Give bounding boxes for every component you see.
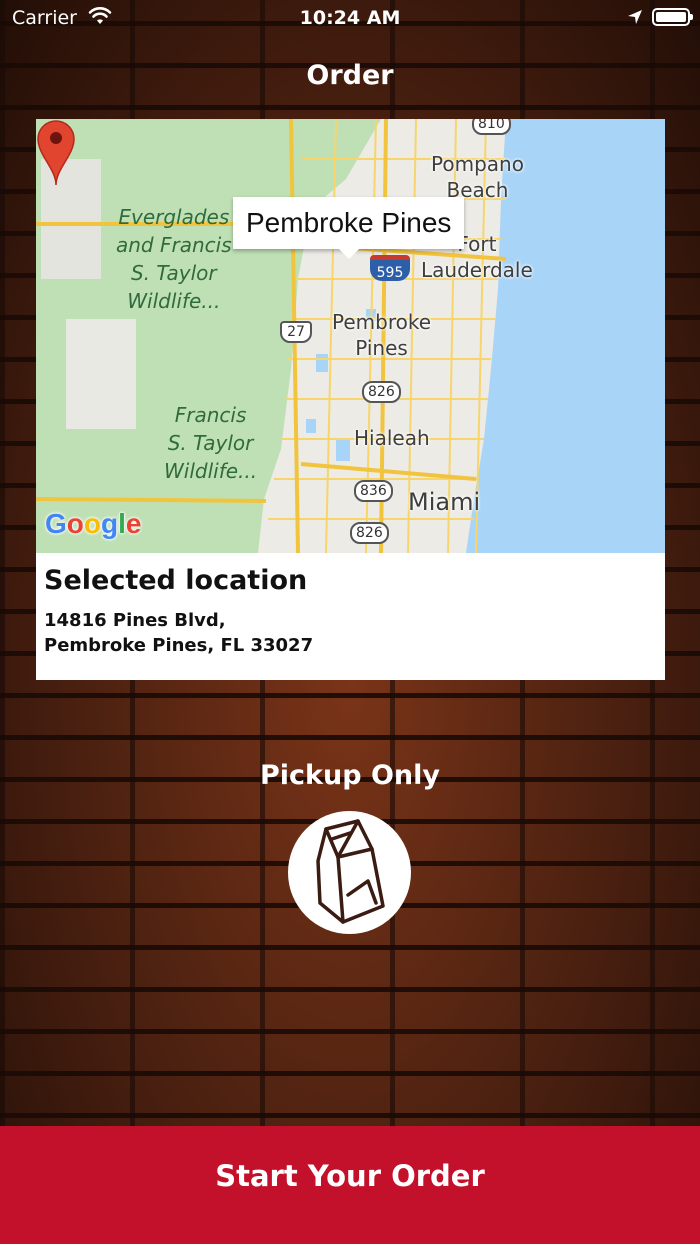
route-836-shield: 836: [354, 480, 393, 502]
location-info: Selected location 14816 Pines Blvd, Pemb…: [44, 565, 657, 658]
location-arrow-icon: [628, 10, 642, 24]
selected-location-heading: Selected location: [44, 565, 308, 596]
address-line-2: Pembroke Pines, FL 33027: [44, 635, 314, 656]
location-address: 14816 Pines Blvd, Pembroke Pines, FL 330…: [44, 608, 657, 658]
map-view[interactable]: Everglades and Francis S. Taylor Wildlife..…: [36, 119, 665, 553]
park-label-francis: Francis S. Taylor Wildlife...: [164, 403, 258, 483]
location-card: Everglades and Francis S. Taylor Wildlife..…: [36, 119, 665, 680]
clock: 10:24 AM: [299, 7, 401, 29]
park-label-everglades: Everglades and Francis S. Taylor Wildlife..…: [116, 205, 232, 313]
map-pin-icon[interactable]: [36, 119, 76, 187]
place-label-pompano: Pompano Beach: [431, 152, 524, 202]
address-line-1: 14816 Pines Blvd,: [44, 610, 226, 631]
route-826-shield: 826: [362, 381, 401, 403]
interstate-595-shield: 595: [370, 255, 410, 281]
pickup-only-label: Pickup Only: [260, 760, 440, 791]
google-logo: Google: [45, 508, 142, 539]
start-order-button[interactable]: Start Your Order: [0, 1126, 700, 1244]
route-810-shield: 810: [472, 119, 511, 135]
status-bar: Carrier 10:24 AM: [0, 0, 700, 38]
route-27-shield: 27: [280, 321, 312, 343]
battery-icon: [652, 8, 693, 26]
place-label-hialeah: Hialeah: [354, 426, 430, 450]
paper-bag-icon: [316, 819, 385, 924]
route-826-south-shield: 826: [350, 522, 389, 544]
pickup-badge: [288, 811, 411, 934]
place-label-pembroke: Pembroke Pines: [332, 310, 432, 360]
place-label-miami: Miami: [408, 488, 481, 516]
page-title: Order: [306, 60, 394, 91]
map-callout[interactable]: Pembroke Pines: [233, 197, 465, 259]
